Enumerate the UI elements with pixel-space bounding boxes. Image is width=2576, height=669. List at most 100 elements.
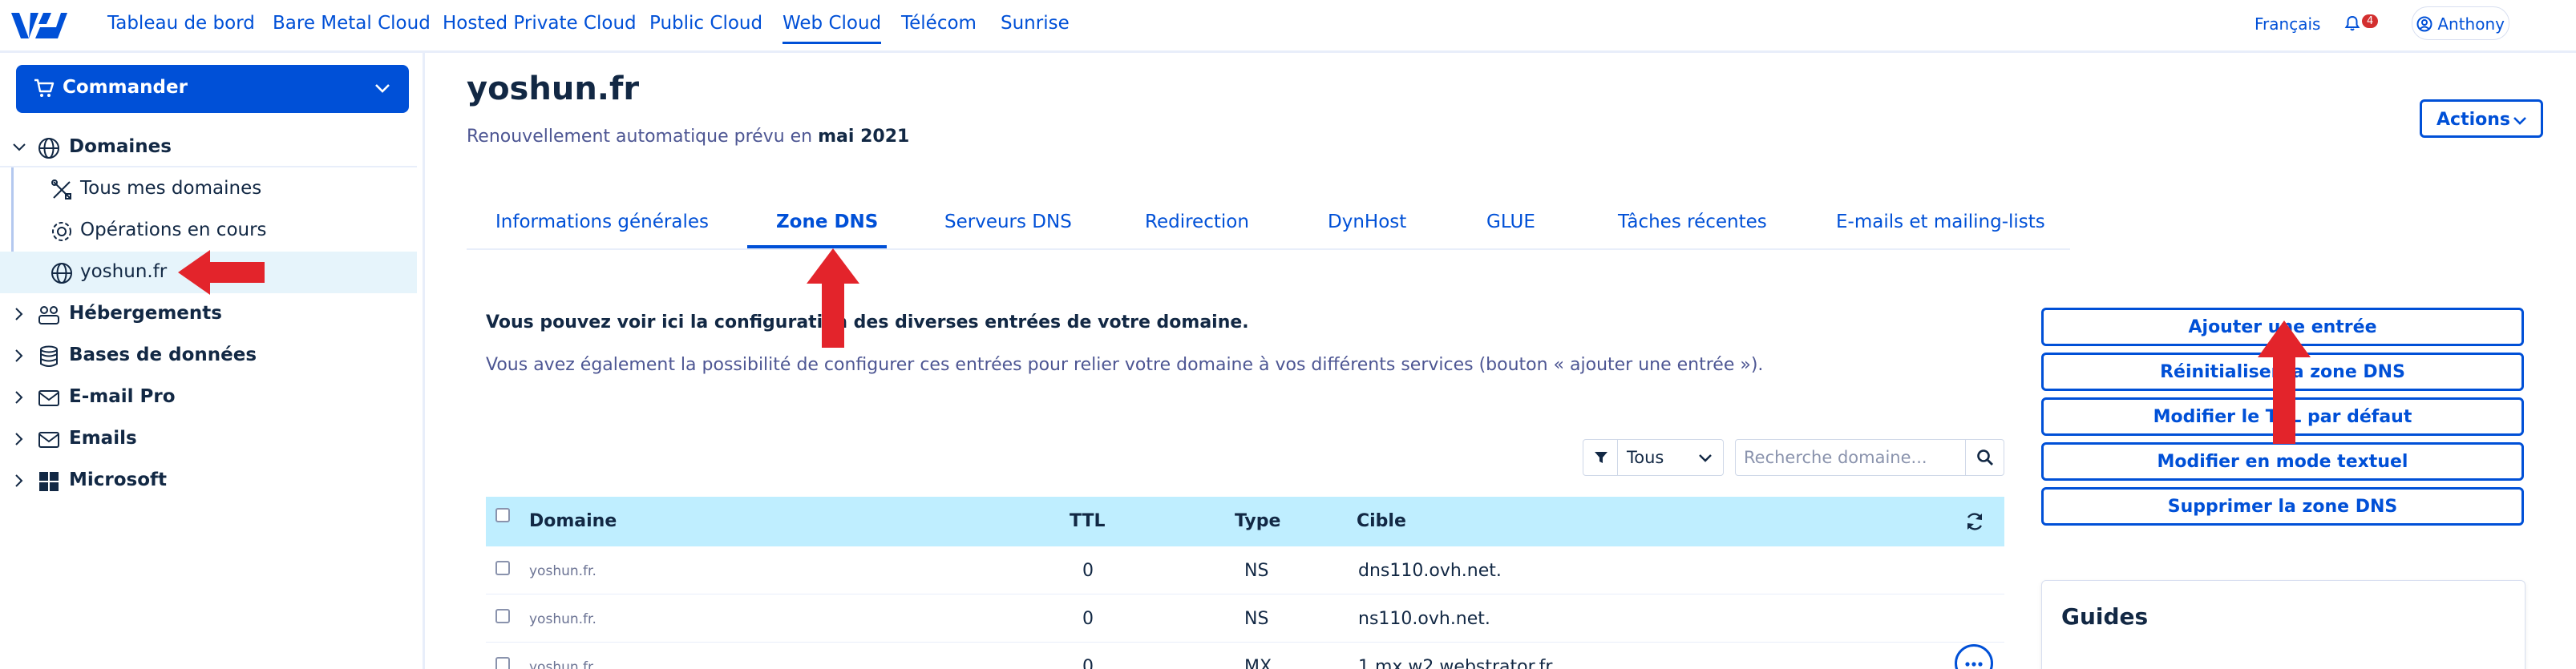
row-checkbox[interactable] [495, 609, 510, 623]
chevron-right-icon [15, 474, 23, 487]
sidebar-item-email-pro[interactable]: E-mail Pro [0, 377, 417, 418]
delete-zone-button[interactable]: Supprimer la zone DNS [2041, 487, 2524, 526]
filter-separator [1617, 440, 1618, 475]
user-menu-button[interactable]: Anthony [2412, 6, 2509, 40]
domain-search-input[interactable] [1736, 440, 1965, 475]
sidebar-item-domaines[interactable]: Domaines [0, 127, 417, 168]
renewal-prefix: Renouvellement automatique prévu en [467, 127, 813, 147]
page-title: yoshun.fr [467, 71, 640, 107]
tab-taches-recentes[interactable]: Tâches récentes [1618, 212, 1767, 232]
sidebar-item-label: yoshun.fr [80, 261, 168, 282]
ovh-logo-icon[interactable] [11, 10, 67, 42]
nav-hosted-private-cloud[interactable]: Hosted Private Cloud [443, 13, 637, 34]
sidebar-item-label: Microsoft [69, 470, 168, 490]
user-icon [2416, 16, 2432, 32]
chevron-down-icon [13, 143, 26, 151]
globe-icon [51, 263, 72, 284]
cell-domain: yoshun.fr. [529, 659, 596, 669]
actions-button-label: Actions [2436, 110, 2510, 130]
renewal-date: mai 2021 [818, 127, 910, 147]
annotation-arrow-up-icon [807, 248, 859, 348]
cell-ttl: 0 [1082, 609, 1094, 629]
chevron-right-icon [15, 308, 23, 320]
sidebar-item-emails[interactable]: Emails [0, 418, 417, 460]
sidebar-item-label: Hébergements [69, 303, 222, 324]
table-header: Domaine TTL Type Cible [486, 497, 2004, 546]
sidebar-item-bases-de-donnees[interactable]: Bases de données [0, 335, 417, 377]
type-filter-select[interactable]: Tous [1583, 439, 1724, 476]
column-header-cible[interactable]: Cible [1357, 511, 1406, 531]
bell-icon [2344, 15, 2360, 31]
sidebar-item-microsoft[interactable]: Microsoft [0, 460, 417, 502]
cell-ttl: 0 [1082, 561, 1094, 581]
user-name: Anthony [2437, 14, 2505, 34]
search-button[interactable] [1965, 440, 2004, 475]
gear-icon [52, 222, 71, 241]
intro-description: Vous avez également la possibilité de co… [486, 355, 1764, 375]
sidebar-item-label: Opérations en cours [80, 220, 267, 240]
renewal-info: Renouvellement automatique prévu en mai … [467, 127, 909, 147]
cart-icon [34, 79, 55, 97]
edit-text-mode-button[interactable]: Modifier en mode textuel [2041, 442, 2524, 481]
chevron-down-icon [375, 84, 390, 93]
cell-target: dns110.ovh.net. [1358, 561, 1502, 581]
nav-public-cloud[interactable]: Public Cloud [649, 13, 762, 34]
tab-zone-dns[interactable]: Zone DNS [776, 212, 878, 232]
nav-bare-metal-cloud[interactable]: Bare Metal Cloud [273, 13, 431, 34]
tab-redirection[interactable]: Redirection [1145, 212, 1249, 232]
envelope-icon [38, 432, 59, 448]
globe-icon [38, 138, 59, 159]
annotation-arrow-left-icon [178, 250, 265, 295]
notifications-button[interactable]: 4 [2344, 14, 2379, 34]
tab-serveurs-dns[interactable]: Serveurs DNS [944, 212, 1072, 232]
tab-informations-generales[interactable]: Informations générales [495, 212, 709, 232]
tab-dynhost[interactable]: DynHost [1328, 212, 1406, 232]
sidebar-item-hebergements[interactable]: Hébergements [0, 293, 417, 335]
nav-web-cloud[interactable]: Web Cloud [783, 13, 882, 44]
order-button[interactable]: Commander [16, 65, 409, 113]
intro-heading: Vous pouvez voir ici la configuration de… [486, 312, 1249, 332]
row-checkbox[interactable] [495, 561, 510, 575]
tab-bar: Informations générales Zone DNS Serveurs… [467, 204, 2070, 250]
chevron-down-icon [2513, 117, 2526, 125]
sidebar-item-label: Tous mes domaines [80, 178, 262, 199]
cell-target: 1 mx.w2.webstrator.fr. [1358, 657, 1557, 669]
sidebar-item-label: Domaines [69, 136, 172, 157]
tab-emails-mailing-lists[interactable]: E-mails et mailing-lists [1836, 212, 2045, 232]
language-selector[interactable]: Français [2255, 14, 2320, 34]
sidebar-item-label: E-mail Pro [69, 386, 176, 407]
cell-type: NS [1244, 609, 1269, 629]
select-all-checkbox[interactable] [495, 508, 510, 522]
chevron-down-icon [1699, 454, 1712, 462]
filter-selected-value: Tous [1627, 448, 1664, 467]
sidebar-item-operations-en-cours[interactable]: Opérations en cours [0, 210, 417, 252]
sidebar-item-label: Emails [69, 428, 137, 449]
windows-icon [39, 472, 59, 491]
cell-target: ns110.ovh.net. [1358, 609, 1490, 629]
nav-sunrise[interactable]: Sunrise [1001, 13, 1070, 34]
column-header-domaine[interactable]: Domaine [529, 511, 617, 531]
cell-domain: yoshun.fr. [529, 563, 596, 579]
cell-domain: yoshun.fr. [529, 611, 596, 627]
notifications-badge: 4 [2362, 14, 2379, 28]
refresh-icon[interactable] [1964, 511, 1985, 532]
column-header-ttl[interactable]: TTL [1070, 511, 1106, 531]
search-icon [1977, 449, 1993, 465]
chevron-right-icon [15, 349, 23, 362]
cell-type: NS [1244, 561, 1269, 581]
envelope-icon [38, 390, 59, 406]
sidebar: Commander Domaines Tous mes domaines Opé… [0, 53, 425, 669]
column-header-type[interactable]: Type [1235, 511, 1280, 531]
tab-glue[interactable]: GLUE [1486, 212, 1535, 232]
chevron-right-icon [15, 391, 23, 404]
filter-icon [1595, 452, 1607, 463]
nav-telecom[interactable]: Télécom [901, 13, 977, 34]
people-icon [38, 306, 59, 324]
row-checkbox[interactable] [495, 657, 510, 669]
sidebar-item-tous-mes-domaines[interactable]: Tous mes domaines [0, 168, 417, 210]
annotation-arrow-up-icon [2258, 320, 2311, 444]
ellipsis-icon [1965, 662, 1983, 667]
actions-button[interactable]: Actions [2420, 99, 2543, 138]
guides-panel: Guides [2041, 580, 2525, 669]
nav-tableau-de-bord[interactable]: Tableau de bord [107, 13, 255, 34]
